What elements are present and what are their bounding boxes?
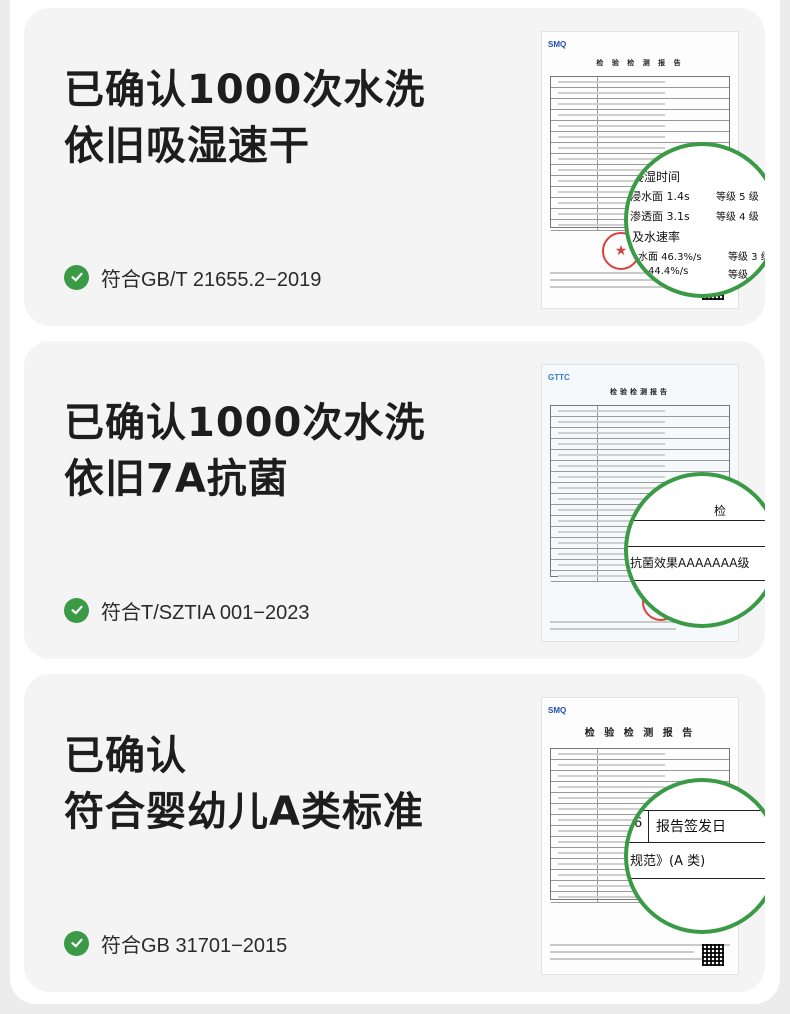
feature-card-infant-class-a: 已确认 符合婴幼儿A类标准 符合GB 31701−2015 SMQ 检 验 检 … (24, 674, 765, 992)
lens-text: 等级 (728, 270, 748, 281)
lens-text: 44.4%/s (648, 266, 689, 277)
card-title-line2: 符合婴幼儿A类标准 (64, 789, 424, 835)
standard-text: 符合GB 31701−2015 (101, 934, 288, 957)
feature-card-quick-dry: 已确认1000次水洗 依旧吸湿速干 符合GB/T 21655.2−2019 SM… (24, 8, 765, 326)
report-org-logo: SMQ (548, 706, 567, 715)
lens-text: 报告签发日 (656, 819, 726, 835)
standard-text: 符合T/SZTIA 001−2023 (101, 601, 310, 624)
report-title: 检 验 检 测 报 告 (596, 58, 684, 67)
card-title-line2: 依旧7A抗菌 (64, 456, 289, 502)
feature-card-antibacterial: 已确认1000次水洗 依旧7A抗菌 符合T/SZTIA 001−2023 GTT… (24, 341, 765, 659)
lens-text: 抗菌效果AAAAAAA级 (630, 556, 750, 570)
check-circle-icon (64, 264, 89, 290)
check-circle-icon (64, 930, 89, 956)
lens-text: 检 (714, 504, 727, 518)
card-title-line1: 已确认 (64, 733, 187, 779)
card-title: 已确认1000次水洗 依旧7A抗菌 (64, 395, 484, 507)
lens-text: 6 (634, 816, 643, 831)
card-title: 已确认1000次水洗 依旧吸湿速干 (64, 62, 484, 174)
qr-code-icon (702, 944, 724, 966)
standard-text: 符合GB/T 21655.2−2019 (101, 268, 322, 291)
card-title-line2: 依旧吸湿速干 (64, 123, 310, 169)
lens-text: 浸水面 1.4s (630, 190, 690, 203)
report-header: SMQ (548, 40, 732, 56)
report-title: 检 验 检 测 报 告 (584, 728, 696, 739)
lens-text: 规范》(A 类) (630, 854, 706, 869)
report-org-logo: SMQ (548, 40, 567, 49)
report-header: SMQ (548, 706, 732, 722)
card-title: 已确认 符合婴幼儿A类标准 (64, 728, 484, 840)
lens-text: 等级 5 级 (716, 192, 759, 203)
lens-text: 浸湿时间 (632, 170, 681, 184)
standard-badge: 符合T/SZTIA 001−2023 (64, 595, 309, 625)
lens-text: 等级 3 级 (728, 252, 765, 263)
report-title: 检验检测报告 (610, 387, 670, 396)
lens-text: 水面 46.3%/s (638, 252, 702, 263)
card-title-line1: 已确认1000次水洗 (64, 400, 426, 446)
standard-badge: 符合GB/T 21655.2−2019 (64, 262, 321, 292)
check-circle-icon (64, 597, 89, 623)
lens-text: 渗透面 3.1s (630, 210, 690, 223)
standard-badge: 符合GB 31701−2015 (64, 928, 287, 958)
lens-text: 间: (634, 150, 651, 164)
report-org-logo: GTTC (548, 373, 570, 382)
lens-text: 等级 4 级 (716, 212, 759, 223)
card-title-line1: 已确认1000次水洗 (64, 67, 426, 113)
lens-text: 及水速率 (632, 230, 681, 244)
